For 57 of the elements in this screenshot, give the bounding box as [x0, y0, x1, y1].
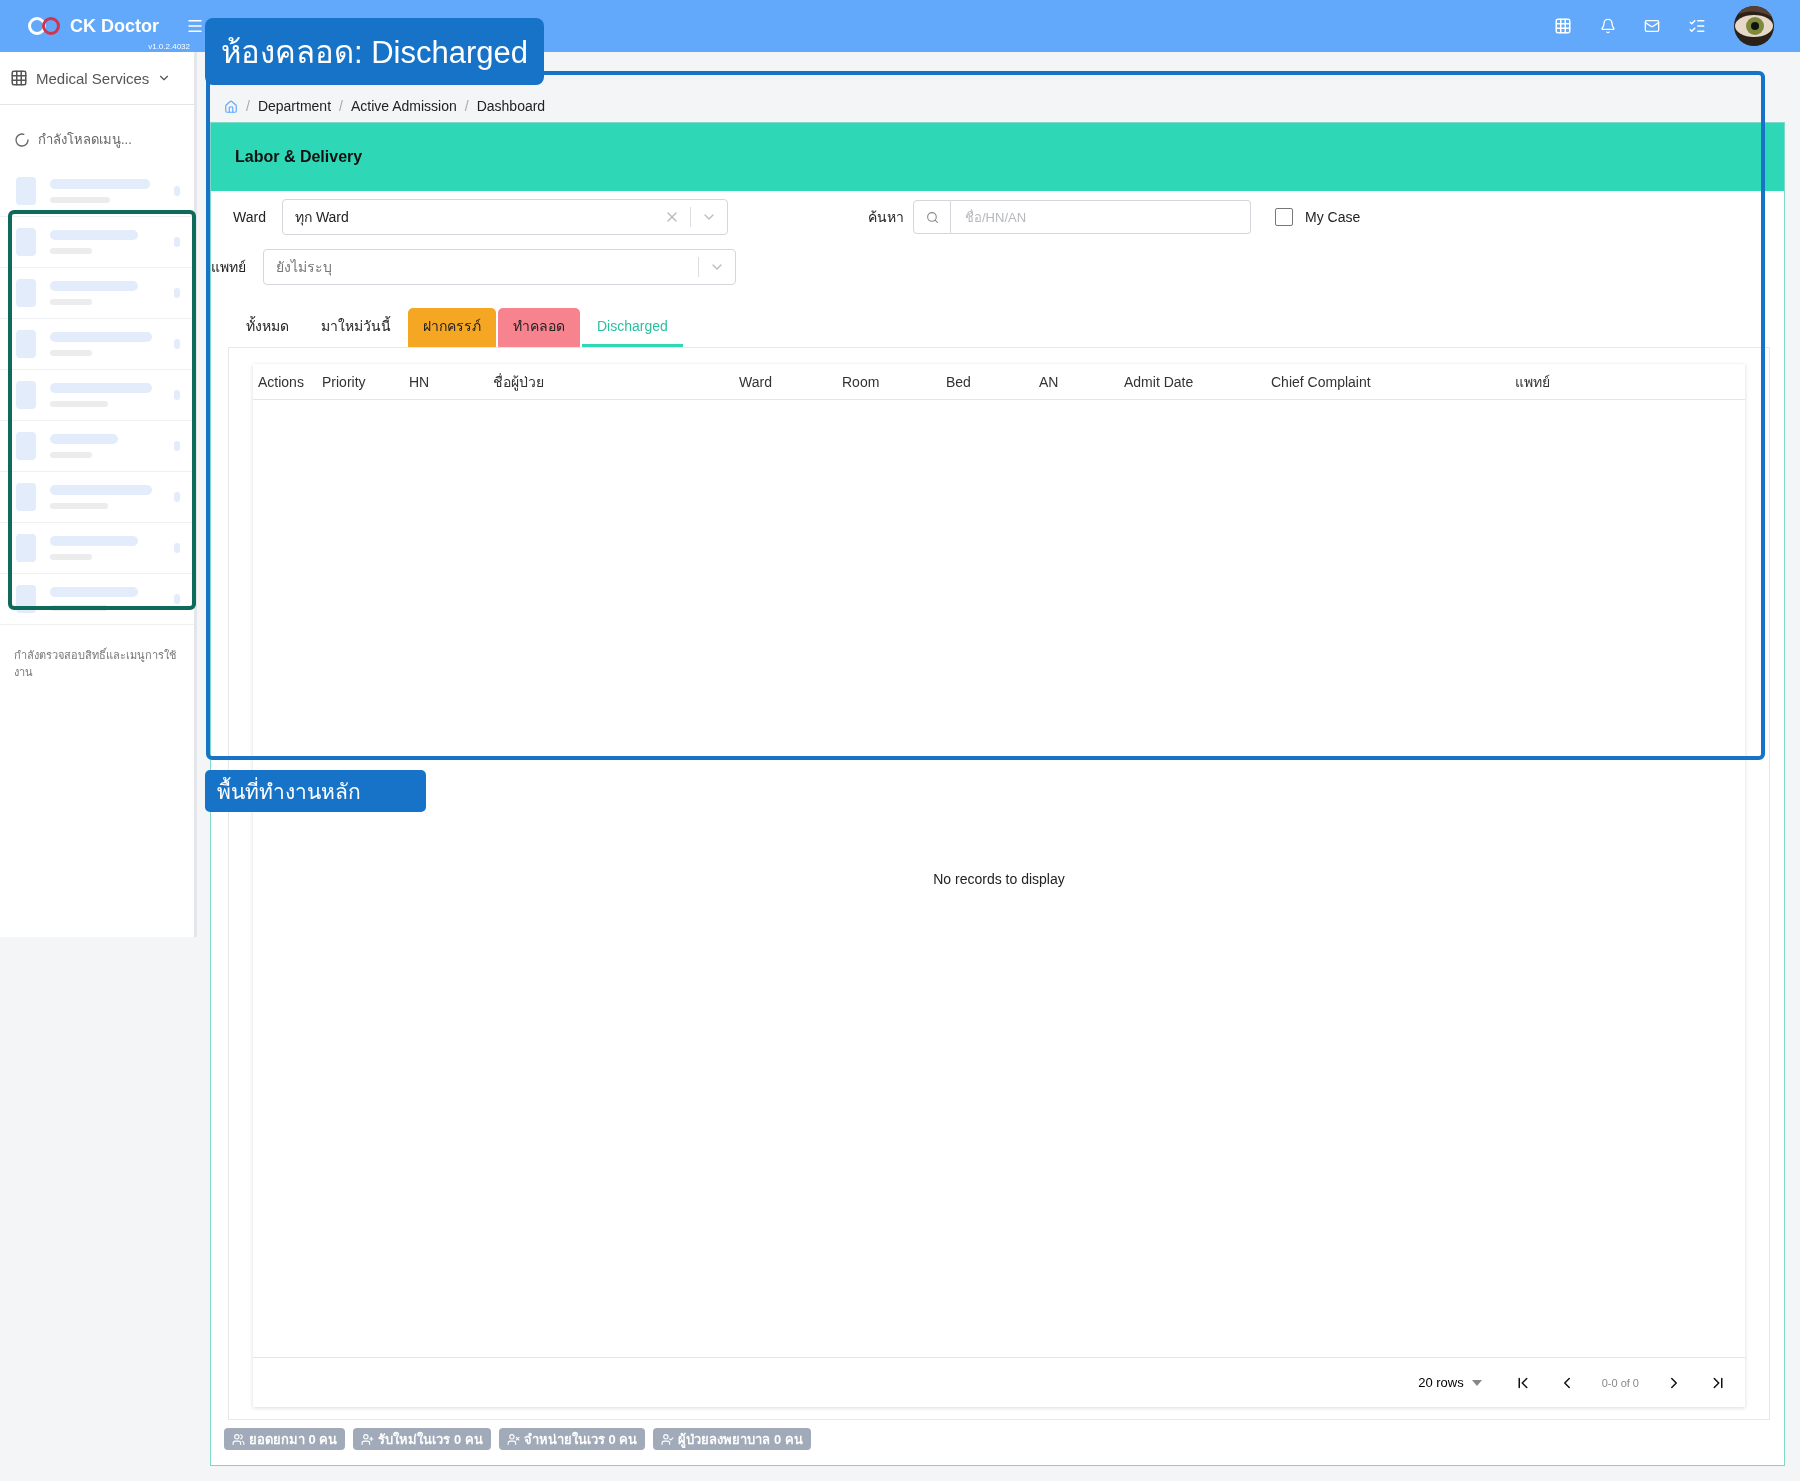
column-header: Chief Complaint	[1271, 373, 1372, 390]
department-title: Labor & Delivery	[235, 148, 363, 166]
person-icon	[361, 1432, 375, 1446]
column-header: HN	[409, 373, 431, 390]
column-header: Room	[842, 373, 881, 390]
breadcrumb-link[interactable]: Dashboard	[476, 98, 546, 114]
breadcrumb-link[interactable]: Department	[257, 98, 332, 114]
doctor-select[interactable]: ยังไม่ระบุ	[263, 249, 736, 285]
annotation-callout: ห้องคลอด: Discharged	[205, 18, 545, 85]
breadcrumb-separator: /	[246, 98, 250, 114]
column-header: Bed	[946, 373, 972, 390]
summary-chip: รับใหม่ในเวร 0 คน	[353, 1428, 491, 1450]
rows-per-page[interactable]: 20 rows	[1412, 1374, 1488, 1391]
my-case-label: My Case	[1305, 209, 1362, 225]
breadcrumb-separator: /	[339, 98, 343, 114]
app-version: v1.0.2.4032	[148, 41, 190, 51]
annotation-label: พื้นที่ทำงานหลัก	[205, 770, 426, 812]
bell-icon[interactable]	[1600, 18, 1616, 34]
tab[interactable]: มาใหม่วันนี้	[306, 308, 406, 347]
apps-grid-icon	[10, 69, 28, 87]
search-field[interactable]: ชื่อ/HN/AN	[951, 200, 1251, 234]
ward-select[interactable]: ทุก Ward	[282, 199, 728, 235]
person-icon	[661, 1432, 675, 1446]
person-icon	[232, 1432, 245, 1446]
apps-grid-icon[interactable]	[1554, 17, 1572, 35]
column-header: ชื่อผู้ป่วย	[493, 372, 545, 393]
logo-icon	[26, 16, 62, 36]
column-header: Actions	[258, 373, 305, 390]
breadcrumb-separator: /	[464, 98, 469, 114]
checklist-icon[interactable]	[1688, 17, 1706, 35]
home-icon[interactable]	[224, 100, 238, 114]
tab[interactable]: ทำคลอด	[498, 308, 580, 347]
summary-chip: ผู้ป่วยลงพยาบาล 0 คน	[653, 1428, 811, 1450]
column-header: Ward	[739, 373, 773, 390]
tab[interactable]: ทั้งหมด	[231, 308, 304, 347]
summary-chip: ยอดยกมา 0 คน	[224, 1428, 346, 1450]
summary-chip: จำหน่ายในเวร 0 คน	[498, 1428, 646, 1450]
my-case-checkbox[interactable]	[1275, 208, 1293, 226]
loading-text: กำลังโหลดเมนู...	[38, 131, 132, 150]
mail-icon[interactable]	[1644, 18, 1660, 34]
empty-message: No records to display	[933, 870, 1065, 887]
breadcrumb-link[interactable]: Active Admission	[350, 98, 457, 114]
doctor-label: แพทย์	[211, 258, 247, 277]
search-label: ค้นหา	[868, 208, 905, 227]
tab[interactable]: ฝากครรภ์	[408, 308, 496, 347]
column-header: AN	[1039, 373, 1060, 390]
app-name: CK Doctor	[70, 15, 159, 37]
menu-icon[interactable]	[186, 17, 204, 35]
column-header: Priority	[322, 373, 367, 390]
caret-icon	[1471, 1379, 1482, 1386]
status-text: กำลังตรวจสอบสิทธิ์และเมนูการใช้งาน	[14, 647, 177, 680]
page-range: 0-0 of 0	[1601, 1376, 1639, 1389]
ward-label: Ward	[232, 209, 267, 225]
column-header: Admit Date	[1124, 373, 1195, 390]
spinner-icon	[14, 131, 30, 148]
column-header: แพทย์	[1515, 372, 1551, 392]
person-icon	[506, 1432, 520, 1446]
